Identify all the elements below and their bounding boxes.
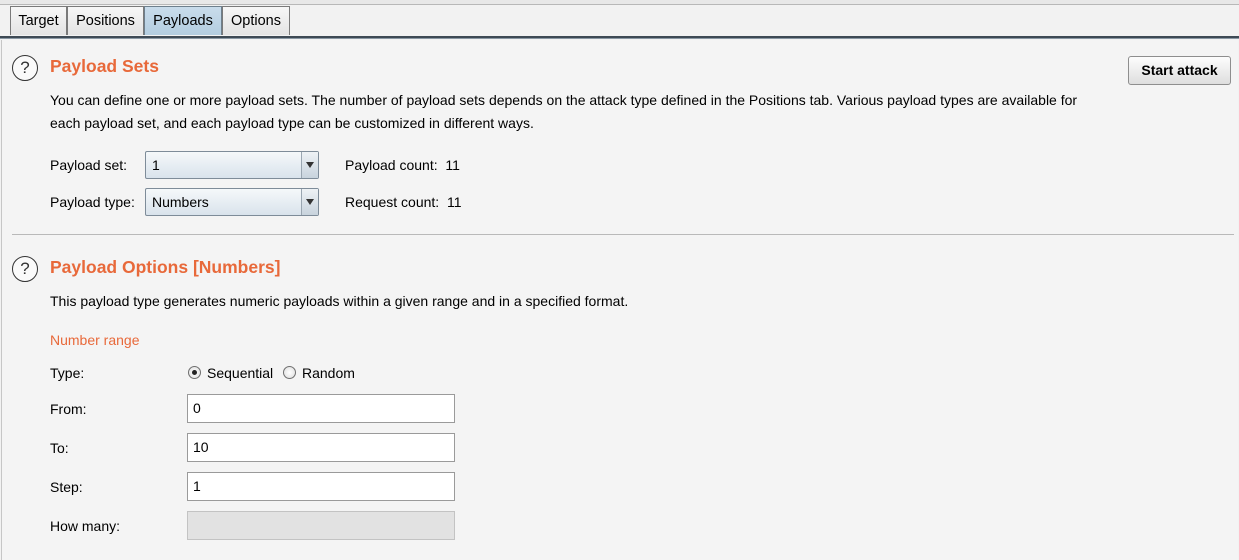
to-label: To:: [50, 440, 69, 456]
payload-set-dropdown[interactable]: 1: [145, 151, 319, 179]
tab-options[interactable]: Options: [222, 6, 290, 35]
random-radio[interactable]: [283, 366, 296, 379]
to-field[interactable]: 10: [187, 433, 455, 462]
tab-bar: Target Positions Payloads Options: [0, 6, 1239, 37]
description-line-1: You can define one or more payload sets.…: [50, 92, 1078, 108]
type-label: Type:: [50, 365, 85, 381]
description-line-2: each payload set, and each payload type …: [50, 115, 534, 131]
payload-count-label: Payload count: 11: [345, 156, 460, 174]
chevron-down-icon: [301, 152, 318, 178]
from-field[interactable]: 0: [187, 394, 455, 423]
random-radio-label[interactable]: Random: [302, 364, 355, 382]
payload-sets-description: You can define one or more payload sets.…: [50, 89, 1130, 135]
section-divider: [12, 234, 1234, 235]
number-range-subheading: Number range: [50, 332, 140, 348]
how-many-label: How many:: [50, 518, 121, 534]
request-count-caption: Request count:: [345, 194, 440, 210]
payload-options-title: Payload Options [Numbers]: [50, 257, 281, 277]
from-label: From:: [50, 401, 87, 417]
window-top-border: [0, 0, 1239, 5]
tab-target[interactable]: Target: [10, 6, 67, 35]
tab-positions[interactable]: Positions: [67, 6, 144, 35]
tab-payloads[interactable]: Payloads: [144, 6, 222, 35]
payloads-panel: ? Payload Sets Start attack You can defi…: [1, 40, 1238, 560]
payload-sets-title: Payload Sets: [50, 56, 159, 76]
payload-type-value: Numbers: [152, 194, 209, 210]
sequential-radio[interactable]: [188, 366, 201, 379]
payload-count-caption: Payload count:: [345, 157, 438, 173]
request-count-value: 11: [446, 194, 462, 210]
step-field[interactable]: 1: [187, 472, 455, 501]
how-many-field: [187, 511, 455, 540]
tab-underline: [0, 36, 1239, 39]
payload-options-description: This payload type generates numeric payl…: [50, 293, 629, 309]
payload-set-value: 1: [152, 157, 160, 173]
help-icon[interactable]: ?: [12, 55, 38, 81]
request-count-label: Request count: 11: [345, 193, 462, 211]
payload-set-label: Payload set:: [50, 157, 128, 173]
sequential-radio-label[interactable]: Sequential: [207, 364, 273, 382]
chevron-down-icon: [301, 189, 318, 215]
payload-type-dropdown[interactable]: Numbers: [145, 188, 319, 216]
step-label: Step:: [50, 479, 83, 495]
payload-type-label: Payload type:: [50, 194, 135, 210]
help-icon[interactable]: ?: [12, 256, 38, 282]
start-attack-button[interactable]: Start attack: [1128, 56, 1231, 85]
payload-count-value: 11: [445, 157, 460, 173]
